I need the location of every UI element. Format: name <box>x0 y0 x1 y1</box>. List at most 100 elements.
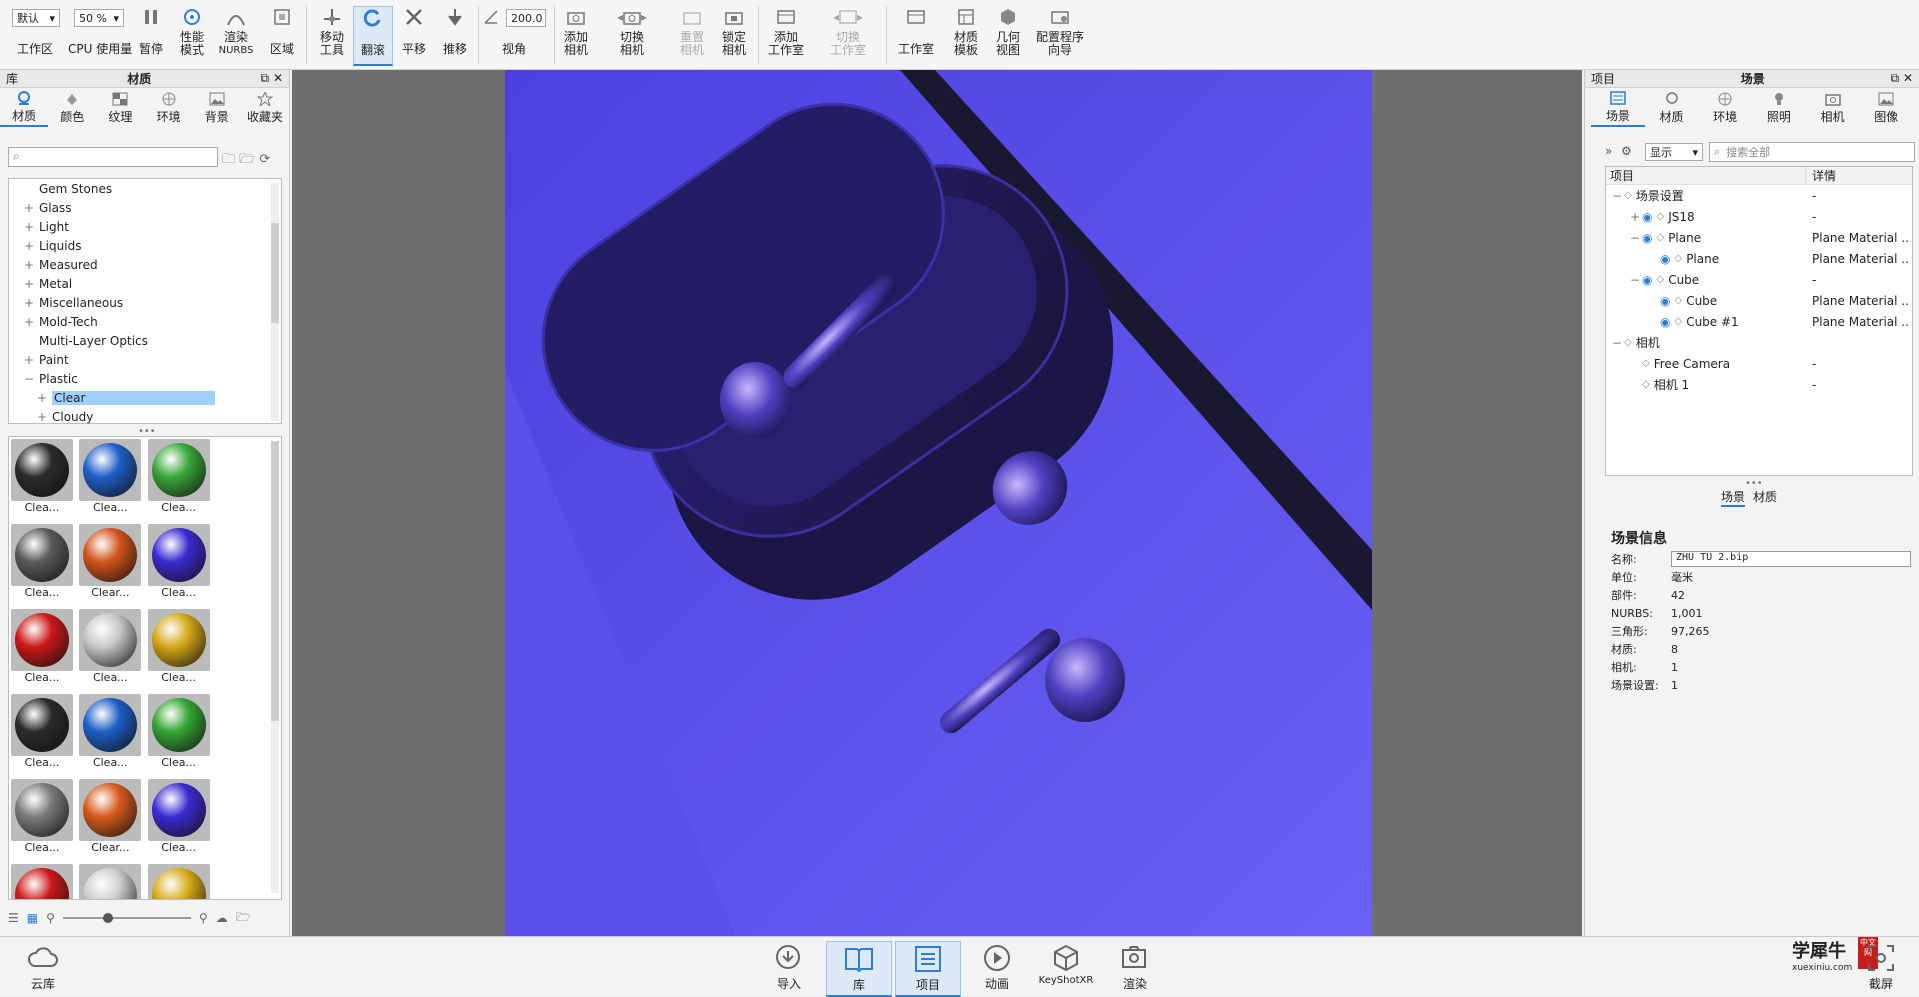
collapse-icon[interactable]: − <box>1612 336 1624 350</box>
folder-import-icon[interactable]: 🗁 <box>239 152 255 167</box>
geometry-view-button[interactable]: 几何 视图 <box>990 6 1026 66</box>
visibility-eye-icon[interactable]: ◉ <box>1642 210 1652 224</box>
tree-item[interactable]: + Metal <box>9 274 281 293</box>
material-swatch[interactable]: Clea... <box>147 439 210 521</box>
slider-thumb[interactable] <box>102 913 113 923</box>
tree-item[interactable]: + Light <box>9 217 281 236</box>
tab-colors[interactable]: 颜色 <box>48 89 96 127</box>
expand-icon[interactable]: » <box>1605 144 1612 158</box>
material-swatch[interactable]: Clear... <box>79 524 142 606</box>
scene-tree-row[interactable]: ◉ ◇ Plane Plane Material ... <box>1606 248 1912 269</box>
material-swatch[interactable]: Clea... <box>147 694 210 776</box>
zoom-in-icon[interactable]: ⚲ <box>199 911 208 925</box>
tree-item[interactable]: + Clear <box>9 388 281 407</box>
render-image[interactable] <box>505 70 1372 936</box>
animation-button[interactable]: 动画 <box>964 941 1030 997</box>
tab-material[interactable]: 材质 <box>1645 89 1699 127</box>
close-icon[interactable]: ✕ <box>1903 71 1913 85</box>
folder-open-icon[interactable]: 🗁 <box>236 908 251 929</box>
visibility-eye-icon[interactable]: ◉ <box>1660 315 1670 329</box>
scene-name-field[interactable]: ZHU TU 2.bip <box>1671 551 1911 567</box>
material-swatch[interactable] <box>147 864 210 899</box>
material-swatch[interactable]: Clea... <box>11 609 73 691</box>
tree-scrollbar[interactable] <box>271 183 279 421</box>
tab-environments[interactable]: 环境 <box>145 89 193 127</box>
performance-mode-button[interactable]: 性能 模式 <box>174 6 210 66</box>
config-wizard-button[interactable]: 配置程序 向导 <box>1032 6 1088 66</box>
scene-search-input[interactable]: ⌕ 搜索全部 <box>1709 142 1915 162</box>
fov-input[interactable]: 200.0 <box>506 9 546 27</box>
lock-camera-button[interactable]: 锁定 相机 <box>716 6 752 66</box>
switch-camera-button[interactable]: ◂ ▸ 切换 相机 <box>604 6 660 66</box>
tab-scene[interactable]: 场景 <box>1591 89 1645 127</box>
tumble-button[interactable]: 翻滚 <box>353 6 393 66</box>
refresh-icon[interactable]: ⟳ <box>259 152 270 167</box>
close-icon[interactable]: ✕ <box>273 71 283 85</box>
tree-item[interactable]: + Liquids <box>9 236 281 255</box>
tree-item[interactable]: + Paint <box>9 350 281 369</box>
library-button[interactable]: 库 <box>826 941 892 997</box>
grid-view-icon[interactable]: ▦ <box>27 911 38 925</box>
add-studio-button[interactable]: 添加 工作室 <box>764 6 808 66</box>
library-search-input[interactable]: ⌕ <box>8 147 218 167</box>
expand-icon[interactable]: + <box>23 220 35 234</box>
material-swatch[interactable]: Clea... <box>11 524 73 606</box>
subtab-scene[interactable]: 场景 <box>1721 488 1746 507</box>
thumbnail-size-slider[interactable] <box>62 913 191 923</box>
scene-tree-row[interactable]: − ◇ 相机 <box>1606 332 1912 353</box>
scene-tree-row[interactable]: ◉ ◇ Cube Plane Material ... <box>1606 290 1912 311</box>
project-button[interactable]: 项目 <box>895 941 961 997</box>
move-tool-button[interactable]: 移动 工具 <box>312 6 352 66</box>
expand-icon[interactable]: + <box>23 296 35 310</box>
workspace-select[interactable]: 默认 ▾ <box>12 9 60 27</box>
cloud-library-button[interactable]: 云库 <box>10 941 76 997</box>
tree-item[interactable]: + Cloudy <box>9 407 281 426</box>
material-swatch[interactable]: Clea... <box>147 609 210 691</box>
expand-icon[interactable]: + <box>1630 210 1642 224</box>
scene-settings-icon[interactable]: ⚙ <box>1621 144 1632 158</box>
tab-textures[interactable]: 纹理 <box>96 89 144 127</box>
tab-image[interactable]: 图像 <box>1859 89 1913 127</box>
subtab-material[interactable]: 材质 <box>1753 488 1777 507</box>
expand-icon[interactable]: + <box>23 315 35 329</box>
scene-tree-row[interactable]: − ◇ 场景设置 - <box>1606 185 1912 206</box>
collapse-icon[interactable]: − <box>1630 273 1642 287</box>
reset-camera-button[interactable]: 重置 相机 <box>674 6 710 66</box>
material-swatch[interactable]: Clea... <box>79 609 142 691</box>
material-swatch[interactable]: Clea... <box>79 439 142 521</box>
scene-tree-row[interactable]: ◇ 相机 1- <box>1606 374 1912 395</box>
material-swatch[interactable]: Clea... <box>11 439 73 521</box>
material-swatch[interactable] <box>79 864 142 899</box>
scene-tree-row[interactable]: − ◉ ◇ Plane Plane Material ... <box>1606 227 1912 248</box>
screenshot-button[interactable]: 截屏 <box>1852 941 1910 997</box>
tree-item[interactable]: + Mold-Tech <box>9 312 281 331</box>
cloud-upload-icon[interactable]: ☁ <box>216 911 228 925</box>
undock-icon[interactable]: ⧉ <box>261 71 270 85</box>
scene-tree-row[interactable]: ◉ ◇ Cube #1 Plane Material ... <box>1606 311 1912 332</box>
tree-item[interactable]: + Measured <box>9 255 281 274</box>
material-swatch[interactable]: Clea... <box>79 694 142 776</box>
material-swatch[interactable]: Clear... <box>79 779 142 861</box>
scene-tree-row[interactable]: ◇ Free Camera - <box>1606 353 1912 374</box>
region-button[interactable]: 区域 <box>264 6 300 66</box>
tree-item[interactable]: Multi-Layer Optics <box>9 331 281 350</box>
tab-lighting[interactable]: 照明 <box>1752 89 1806 127</box>
tree-item[interactable]: + Glass <box>9 198 281 217</box>
collapse-icon[interactable]: − <box>1612 189 1624 203</box>
tab-backgrounds[interactable]: 背景 <box>193 89 241 127</box>
tab-camera[interactable]: 相机 <box>1806 89 1860 127</box>
material-template-button[interactable]: 材质 模板 <box>948 6 984 66</box>
undock-icon[interactable]: ⧉ <box>1891 71 1900 85</box>
keyshotxr-button[interactable]: KeyShotXR <box>1033 941 1099 997</box>
list-view-icon[interactable]: ☰ <box>8 911 19 925</box>
expand-icon[interactable]: + <box>36 410 48 424</box>
scene-tree-row[interactable]: + ◉ ◇ JS18 - <box>1606 206 1912 227</box>
pan-button[interactable]: 平移 <box>396 6 432 66</box>
zoom-out-icon[interactable]: ⚲ <box>46 911 55 925</box>
tree-item[interactable]: Gem Stones <box>9 179 281 198</box>
expand-icon[interactable]: + <box>23 277 35 291</box>
expand-icon[interactable]: + <box>23 239 35 253</box>
material-swatch[interactable]: Clea... <box>147 524 210 606</box>
scene-tree-row[interactable]: − ◉ ◇ Cube - <box>1606 269 1912 290</box>
grid-scrollbar[interactable] <box>271 441 279 893</box>
